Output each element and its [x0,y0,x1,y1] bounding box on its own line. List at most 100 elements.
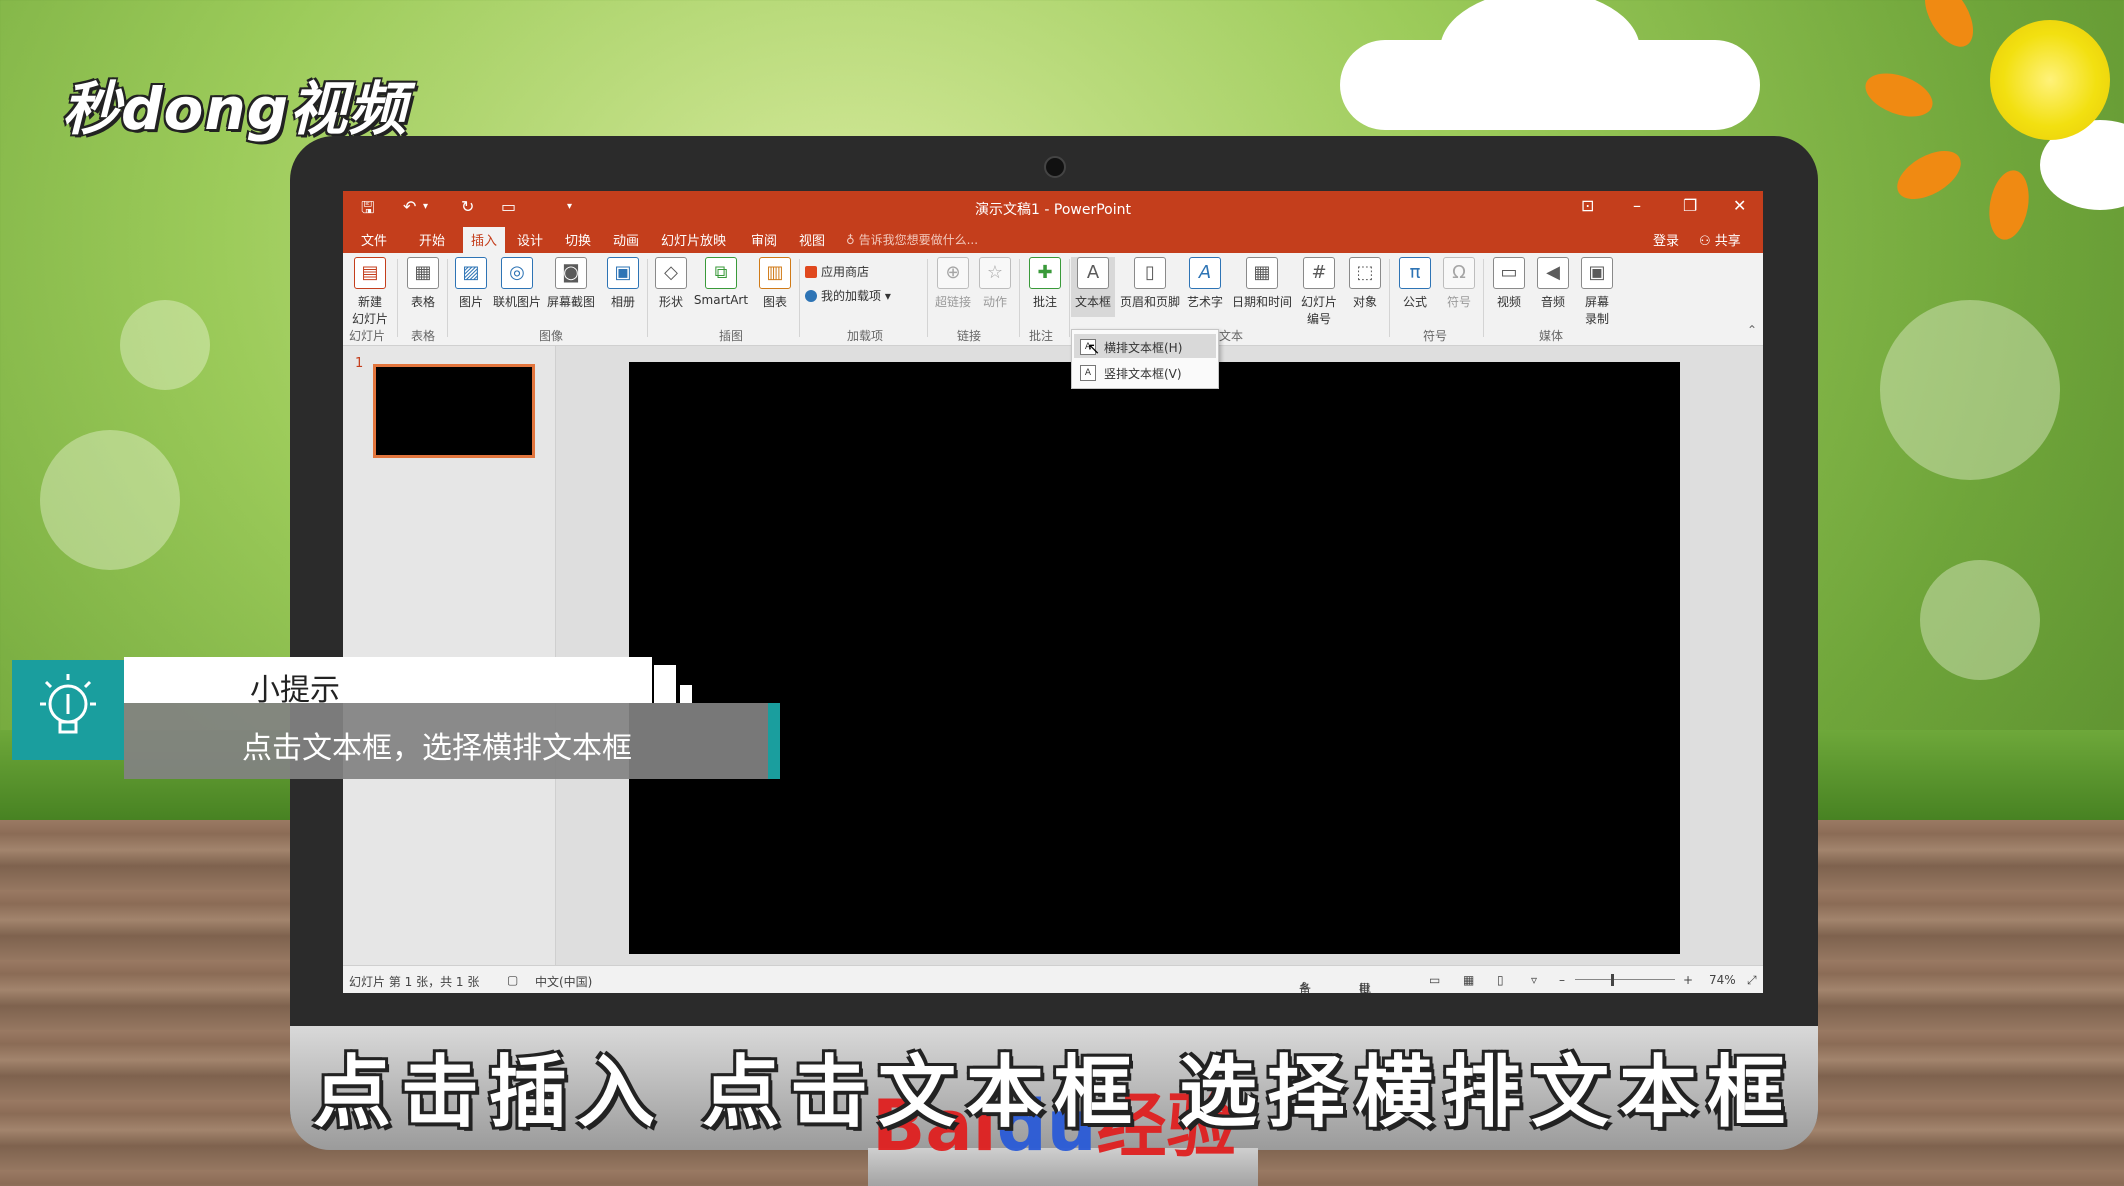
minimize-icon[interactable]: – [1633,196,1641,215]
separator [1389,259,1390,337]
group-addins: 加载项 [847,329,884,343]
audio-button[interactable]: ◀ 音频 [1531,257,1575,310]
screen-record-icon: ▣ [1581,257,1613,289]
new-slide-label: 新建 幻灯片 [351,295,388,326]
tab-review[interactable]: 审阅 [751,230,777,249]
group-comments: 批注 [1029,329,1054,343]
textbox-button[interactable]: A 文本框 [1071,257,1115,317]
slide-thumbnails-pane: 1 [343,346,556,965]
online-picture-button[interactable]: ◎ 联机图片 [491,257,543,310]
online-picture-label: 联机图片 [492,295,541,309]
separator [927,259,928,337]
collapse-ribbon-icon[interactable]: ⌃ [1747,323,1757,337]
vertical-textbox-item[interactable]: A 竖排文本框(V) [1074,360,1216,384]
chart-label: 图表 [762,295,787,309]
album-label: 相册 [610,295,635,309]
login-link[interactable]: 登录 [1653,230,1679,249]
separator [799,259,800,337]
screenshot-button[interactable]: ◙ 屏幕截图 [545,257,597,310]
share-button[interactable]: ⚇ 共享 [1699,230,1741,249]
hyperlink-button[interactable]: ⊕ 超链接 [931,257,975,310]
separator [1483,259,1484,337]
spellcheck-icon[interactable]: ▢ [507,973,518,987]
user-icon: ⚇ [1699,234,1715,249]
bokeh [120,300,210,390]
symbol-button[interactable]: Ω 符号 [1437,257,1481,310]
group-tables: 表格 [411,329,436,343]
album-button[interactable]: ▣ 相册 [601,257,645,310]
separator [447,259,448,337]
object-button[interactable]: ⬚ 对象 [1343,257,1387,310]
ribbon-tabs: 文件 开始 插入 设计 切换 动画 幻灯片放映 审阅 视图 ♁ 告诉我您想要做什… [343,225,1763,255]
thumbnail-number: 1 [355,356,364,371]
ribbon-display-icon[interactable]: ⊡ [1581,196,1594,215]
tab-transitions[interactable]: 切换 [565,230,591,249]
datetime-button[interactable]: ▦ 日期和时间 [1229,257,1295,310]
sun-ray [1984,167,2034,243]
table-button[interactable]: ▦ 表格 [401,257,445,310]
header-footer-icon: ▯ [1134,257,1166,289]
symbol-label: 符号 [1446,295,1471,309]
shapes-button[interactable]: ◇ 形状 [649,257,693,310]
comment-button[interactable]: ✚ 批注 [1023,257,1067,310]
slideshow-view-icon[interactable]: ▿ [1531,973,1537,987]
equation-button[interactable]: π 公式 [1393,257,1437,310]
my-addins-button[interactable]: 我的加载项 ▾ [805,287,891,304]
picture-label: 图片 [458,295,483,309]
chart-button[interactable]: ▥ 图表 [753,257,797,310]
group-media: 媒体 [1539,329,1564,343]
tab-slideshow[interactable]: 幻灯片放映 [661,230,726,249]
group-links: 链接 [957,329,982,343]
video-subtitle: 点击插入 点击文本框 选择横排文本框 [312,1048,1796,1138]
tab-view[interactable]: 视图 [799,230,825,249]
tell-me-text: 告诉我您想要做什么... [858,233,979,247]
video-button[interactable]: ▭ 视频 [1487,257,1531,310]
tab-design[interactable]: 设计 [517,230,543,249]
slide-number-button[interactable]: # 幻灯片 编号 [1295,257,1343,327]
header-footer-button[interactable]: ▯ 页眉和页脚 [1117,257,1183,310]
slide-sorter-icon[interactable]: ▦ [1463,973,1474,987]
language-indicator[interactable]: 中文(中国) [535,973,592,990]
zoom-out-icon[interactable]: – [1559,973,1565,987]
vertical-textbox-label: 竖排文本框(V) [1104,367,1182,381]
slide-thumbnail[interactable] [373,364,535,458]
omega-icon: Ω [1443,257,1475,289]
my-addins-label: 我的加载项 [821,289,882,303]
new-slide-icon: ▤ [354,257,386,289]
slide-canvas[interactable] [629,362,1680,954]
close-icon[interactable]: ✕ [1733,196,1746,215]
action-button[interactable]: ☆ 动作 [973,257,1017,310]
restore-icon[interactable]: ❐ [1683,196,1697,215]
textbox-icon: A [1077,257,1109,289]
lightbulb-icon [40,674,96,734]
fit-slide-icon[interactable]: ⤢ [1747,973,1757,988]
separator [647,259,648,337]
screenshot-label: 屏幕截图 [546,295,595,309]
zoom-level[interactable]: 74% [1709,973,1736,987]
tip-heading-bar: 小提示 [124,657,652,708]
zoom-slider-track[interactable] [1575,979,1675,980]
smartart-button[interactable]: ⧉ SmartArt [693,257,749,307]
wordart-button[interactable]: A 艺术字 [1183,257,1227,310]
addins-icon [805,290,817,302]
picture-button[interactable]: ▨ 图片 [449,257,493,310]
screen-recording-button[interactable]: ▣ 屏幕 录制 [1575,257,1619,327]
zoom-in-icon[interactable]: + [1683,973,1693,987]
zoom-slider-thumb[interactable] [1611,974,1614,986]
datetime-label: 日期和时间 [1231,295,1292,309]
album-icon: ▣ [607,257,639,289]
online-picture-icon: ◎ [501,257,533,289]
app-store-button[interactable]: 应用商店 [805,263,869,280]
tab-insert[interactable]: 插入 [463,227,506,255]
tab-home[interactable]: 开始 [419,230,445,249]
tab-animations[interactable]: 动画 [613,230,639,249]
new-slide-button[interactable]: ▤ 新建 幻灯片 [347,257,393,327]
tell-me-box[interactable]: ♁ 告诉我您想要做什么... [846,231,978,248]
textbox-dropdown-menu: A 横排文本框(H) A 竖排文本框(V) [1071,329,1219,389]
tab-file[interactable]: 文件 [361,230,387,249]
reading-view-icon[interactable]: ▯ [1497,973,1504,987]
star-icon: ☆ [979,257,1011,289]
normal-view-icon[interactable]: ▭ [1429,973,1440,987]
title-bar: 🖫 ↶ ▾ ↻ ▭ ▾ 演示文稿1 - PowerPoint ⊡ – ❐ ✕ [343,191,1763,225]
object-label: 对象 [1352,295,1377,309]
